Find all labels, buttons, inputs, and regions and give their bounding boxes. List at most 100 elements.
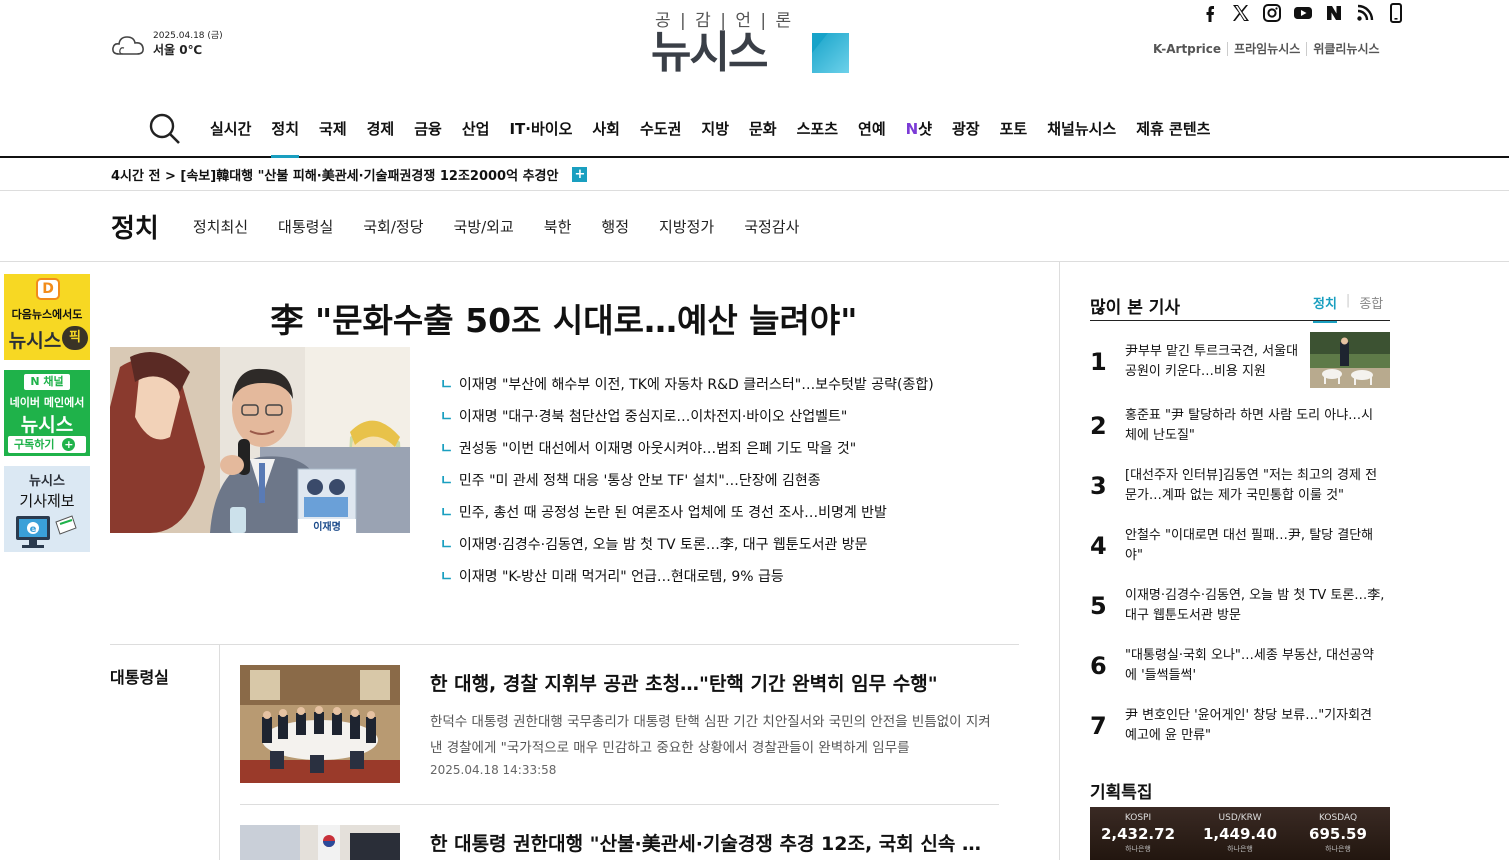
nav-item-entertainment[interactable]: 연예 (858, 118, 886, 156)
related-news-title[interactable]: 민주, 총선 때 공정성 논란 된 여론조사 업체에 또 경선 조사…비명계 반… (459, 505, 887, 521)
nav-item-international[interactable]: 국제 (319, 118, 347, 156)
monitor-icon: e (16, 515, 77, 548)
article-title[interactable]: 한 대행, 경찰 지휘부 공관 초청…"탄핵 기간 완벽히 임무 수행" (430, 669, 1000, 696)
nav-item-economy[interactable]: 경제 (367, 118, 395, 156)
nav-item-photo[interactable]: 포토 (1000, 118, 1028, 156)
x-icon[interactable] (1230, 2, 1252, 24)
nameplate-text: 이재명 (313, 520, 341, 533)
headline-title[interactable]: 李 "문화수출 50조 시대로…예산 늘려야" (110, 294, 1018, 342)
instagram-icon[interactable] (1261, 2, 1283, 24)
related-news-item[interactable]: ㄴ 민주 "미 관세 정책 대응 '통상 안보 TF' 설치"…단장에 김현종 (440, 470, 934, 502)
subnav-item-defense[interactable]: 국방/외교 (454, 216, 514, 237)
banner-pick-badge: 픽 (62, 326, 88, 350)
nav-item-finance[interactable]: 금융 (414, 118, 442, 156)
popular-title[interactable]: 이재명·김경수·김동연, 오늘 밤 첫 TV 토론…李, 대구 웹툰도서관 방문 (1125, 586, 1385, 626)
popular-title[interactable]: [대선주자 인터뷰]김동연 "저는 최고의 경제 전문가…계파 없는 제가 국민… (1125, 466, 1385, 506)
nav-item-capital[interactable]: 수도권 (640, 118, 681, 156)
popular-title[interactable]: 尹 변호인단 '윤어게인' 창당 보류…"기자회견 예고에 윤 만류" (1125, 706, 1385, 746)
article-title[interactable]: 한 대통령 권한대행 "산불·美관세·기술경쟁 추경 12조, 국회 신속 … (430, 829, 1000, 856)
subnav-item-north-korea[interactable]: 북한 (544, 216, 572, 237)
section-title: 정치 (111, 214, 159, 244)
partner-link-kartprice[interactable]: K-Artprice (1153, 42, 1227, 56)
subnav-item-assembly[interactable]: 국회/정당 (363, 216, 423, 237)
market-item-kosdaq: KOSDAQ 695.59 하나은행 (1293, 813, 1383, 854)
popular-rank: 7 (1090, 712, 1107, 740)
related-news-title[interactable]: 이재명 "대구·경북 첨단산업 중심지로…이차전지·바이오 산업벨트" (459, 409, 847, 425)
subnav-item-audit[interactable]: 국정감사 (744, 216, 799, 237)
related-news-item[interactable]: ㄴ 민주, 총선 때 공정성 논란 된 여론조사 업체에 또 경선 조사…비명계 … (440, 502, 934, 534)
naver-banner[interactable]: N 채널 네이버 메인에서 뉴시스 구독하기 + (4, 370, 90, 456)
nav-item-local[interactable]: 지방 (701, 118, 729, 156)
nav-item-politics[interactable]: 정치 (271, 118, 299, 158)
popular-title[interactable]: 홍준표 "尹 탈당하라 하면 사람 도리 아냐…시체에 난도질" (1125, 406, 1385, 446)
nav-item-square[interactable]: 광장 (952, 118, 980, 156)
nav-item-it-bio[interactable]: IT·바이오 (509, 118, 572, 156)
market-ticker-banner[interactable]: KOSPI 2,432.72 하나은행 USD/KRW 1,449.40 하나은… (1090, 807, 1390, 860)
popular-rank: 5 (1090, 592, 1107, 620)
subnav-item-administration[interactable]: 행정 (601, 216, 629, 237)
related-news-title[interactable]: 권성동 "이번 대선에서 이재명 아웃시켜야…범죄 은폐 기도 막을 것" (459, 441, 856, 457)
breaking-news[interactable]: 4시간 전 > [속보]韓대행 "산불 피해·美관세·기술패권경쟁 12조200… (111, 165, 588, 184)
nav-item-channel[interactable]: 채널뉴시스 (1047, 118, 1116, 156)
market-value: 695.59 (1309, 825, 1367, 843)
partner-link-weekly[interactable]: 위클리뉴시스 (1306, 42, 1385, 56)
main-nav: 실시간 정치 국제 경제 금융 산업 IT·바이오 사회 수도권 지방 문화 스… (0, 108, 1509, 158)
popular-title[interactable]: "대통령실·국회 오나"…세종 부동산, 대선공약에 '들썩들썩' (1125, 646, 1385, 686)
article-date: 2025.04.18 14:33:58 (430, 763, 557, 777)
nav-item-realtime[interactable]: 실시간 (210, 118, 251, 156)
market-value: 1,449.40 (1202, 825, 1278, 843)
popular-title[interactable]: 안철수 "이대로면 대선 필패…尹, 탈당 결단해야" (1125, 526, 1385, 566)
nav-item-nshot[interactable]: N샷 (906, 118, 932, 156)
banner-text: 다음뉴스에서도 (11, 308, 83, 321)
related-news-title[interactable]: 민주 "미 관세 정책 대응 '통상 안보 TF' 설치"…단장에 김현종 (459, 473, 821, 489)
article-summary[interactable]: 한덕수 대통령 권한대행 국무총리가 대통령 탄핵 심판 기간 치안질서와 국민… (430, 709, 999, 761)
related-news-item[interactable]: ㄴ 이재명·김경수·김동연, 오늘 밤 첫 TV 토론…李, 대구 웹툰도서관 방… (440, 534, 934, 566)
facebook-icon[interactable] (1199, 2, 1221, 24)
nav-item-culture[interactable]: 문화 (749, 118, 777, 156)
tab-all[interactable]: 종합 (1359, 293, 1383, 323)
related-news-item[interactable]: ㄴ 이재명 "대구·경북 첨단산업 중심지로…이차전지·바이오 산업벨트" (440, 406, 934, 438)
plus-icon[interactable]: + (572, 167, 588, 182)
article-thumbnail[interactable] (240, 825, 400, 860)
related-news-item[interactable]: ㄴ 이재명 "부산에 해수부 이전, TK에 자동차 R&D 클러스터"…보수텃밭… (440, 374, 934, 406)
headline-photo[interactable]: 이재명 (110, 347, 410, 533)
naver-icon[interactable] (1323, 2, 1345, 24)
social-links (1199, 2, 1407, 24)
related-news-list: ㄴ 이재명 "부산에 해수부 이전, TK에 자동차 R&D 클러스터"…보수텃밭… (440, 374, 934, 598)
related-news-title[interactable]: 이재명·김경수·김동연, 오늘 밤 첫 TV 토론…李, 대구 웹툰도서관 방문 (459, 537, 868, 553)
partner-link-prime[interactable]: 프라임뉴시스 (1227, 42, 1306, 56)
site-logo[interactable]: 공 | 감 | 언 | 론 뉴시스 (651, 6, 851, 78)
bullet-icon: ㄴ (440, 377, 453, 393)
popular-rank: 6 (1090, 652, 1107, 680)
market-value: 2,432.72 (1100, 825, 1176, 843)
section-subnav: 정치 정치최신 대통령실 국회/정당 국방/외교 북한 행정 지방정가 국정감사 (111, 208, 829, 245)
market-name: KOSPI (1124, 813, 1152, 823)
column-divider (1059, 262, 1060, 860)
subnav-item-local-politics[interactable]: 지방정가 (659, 216, 714, 237)
popular-title[interactable]: 尹부부 맡긴 투르크국견, 서울대공원이 키운다…비용 지원 (1125, 342, 1305, 382)
rss-icon[interactable] (1354, 2, 1376, 24)
section-label[interactable]: 대통령실 (110, 664, 169, 688)
tip-banner[interactable]: 뉴시스 기사제보 e (4, 466, 90, 552)
tab-politics[interactable]: 정치 (1313, 293, 1337, 323)
related-news-title[interactable]: 이재명 "부산에 해수부 이전, TK에 자동차 R&D 클러스터"…보수텃밭 … (459, 377, 934, 393)
popular-thumbnail[interactable] (1310, 332, 1390, 388)
daum-banner[interactable]: D 다음뉴스에서도 뉴시스 픽 (4, 274, 90, 360)
breaking-text[interactable]: 4시간 전 > [속보]韓대행 "산불 피해·美관세·기술패권경쟁 12조200… (111, 165, 558, 184)
nav-item-industry[interactable]: 산업 (462, 118, 490, 156)
related-news-title[interactable]: 이재명 "K-방산 미래 먹거리" 언급…현대로템, 9% 급등 (459, 569, 784, 585)
mobile-icon[interactable] (1385, 2, 1407, 24)
article-thumbnail[interactable] (240, 665, 400, 783)
nav-item-sports[interactable]: 스포츠 (797, 118, 838, 156)
search-icon[interactable] (148, 112, 182, 146)
youtube-icon[interactable] (1292, 2, 1314, 24)
nav-item-partner-content[interactable]: 제휴 콘텐츠 (1136, 118, 1210, 156)
subnav-item-presidential-office[interactable]: 대통령실 (278, 216, 333, 237)
nav-item-society[interactable]: 사회 (592, 118, 620, 156)
related-news-item[interactable]: ㄴ 이재명 "K-방산 미래 먹거리" 언급…현대로템, 9% 급등 (440, 566, 934, 598)
subnav-item-latest[interactable]: 정치최신 (193, 216, 248, 237)
bullet-icon: ㄴ (440, 505, 453, 521)
bullet-icon: ㄴ (440, 569, 453, 585)
subscribe-button[interactable]: 구독하기 + (8, 436, 86, 453)
related-news-item[interactable]: ㄴ 권성동 "이번 대선에서 이재명 아웃시켜야…범죄 은폐 기도 막을 것" (440, 438, 934, 470)
